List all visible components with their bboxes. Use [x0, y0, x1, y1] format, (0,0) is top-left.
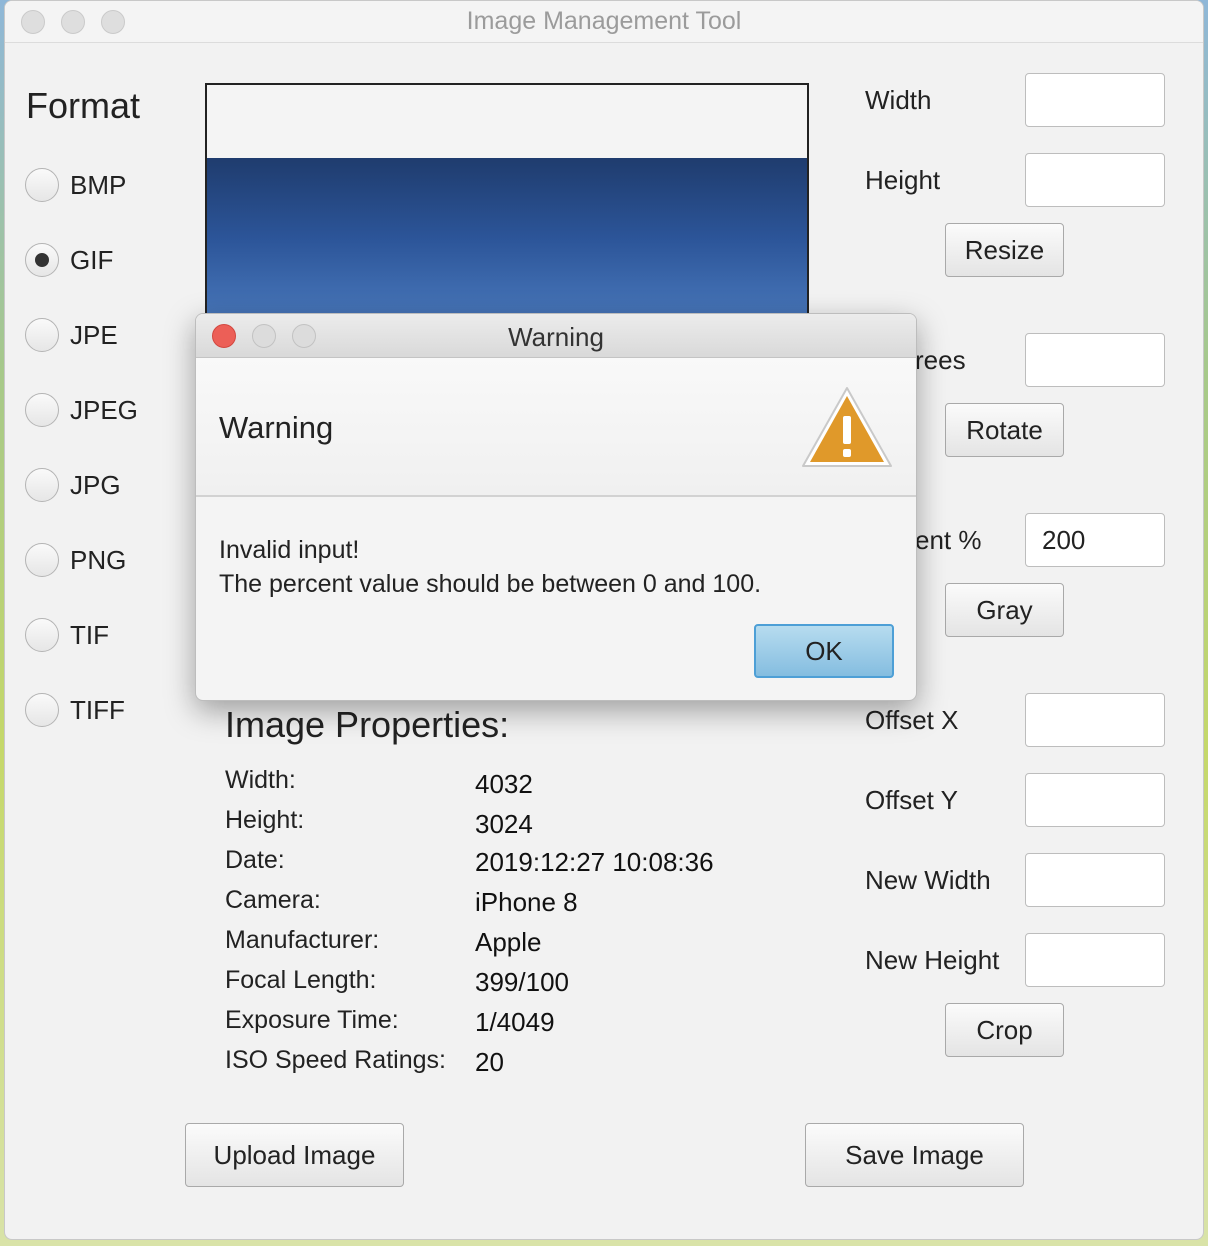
radio-label-png: PNG	[70, 544, 127, 575]
prop-label: Date:	[225, 846, 285, 874]
radio-label-jpg: JPG	[70, 469, 121, 500]
radio-label-bmp: BMP	[70, 169, 127, 200]
radio-label-gif: GIF	[70, 244, 114, 275]
radio-label-tiff: TIFF	[70, 694, 125, 725]
new-width-input[interactable]	[1025, 853, 1165, 907]
radio-tiff[interactable]: TIFF	[25, 693, 125, 727]
radio-circle[interactable]	[25, 618, 59, 652]
window-title: Image Management Tool	[466, 7, 742, 35]
offset-x-input[interactable]	[1025, 693, 1165, 747]
degrees-input[interactable]	[1025, 333, 1165, 387]
dialog-message-line-1: Invalid input!	[219, 536, 360, 564]
new-height-input[interactable]	[1025, 933, 1165, 987]
radio-circle-selected[interactable]	[25, 243, 59, 277]
percent-label: ent %	[915, 525, 982, 555]
radio-png[interactable]: PNG	[25, 543, 126, 577]
dialog-header-text: Warning	[219, 410, 334, 445]
gray-button[interactable]: Gray	[945, 583, 1064, 637]
rotate-button[interactable]: Rotate	[945, 403, 1064, 457]
prop-value: 20	[475, 1047, 504, 1077]
ok-button[interactable]: OK	[754, 624, 894, 678]
prop-value: 4032	[475, 769, 533, 799]
radio-label-tif: TIF	[70, 619, 109, 650]
dialog-header: Warning	[196, 358, 916, 497]
radio-circle[interactable]	[25, 393, 59, 427]
radio-jpeg[interactable]: JPEG	[25, 393, 138, 427]
percent-input[interactable]: 200	[1025, 513, 1165, 567]
prop-label: ISO Speed Ratings:	[225, 1046, 446, 1074]
height-label: Height	[865, 165, 941, 195]
prop-value: 399/100	[475, 967, 569, 997]
prop-label: Manufacturer:	[225, 926, 380, 954]
title-bar: Image Management Tool	[5, 1, 1203, 43]
radio-gif[interactable]: GIF	[25, 243, 113, 277]
radio-circle[interactable]	[25, 468, 59, 502]
prop-label: Width:	[225, 766, 296, 794]
width-input[interactable]	[1025, 73, 1165, 127]
degrees-label: rees	[915, 345, 966, 375]
upload-image-button[interactable]: Upload Image	[185, 1123, 404, 1187]
preview-image	[207, 158, 807, 321]
new-width-label: New Width	[865, 865, 991, 895]
save-image-button[interactable]: Save Image	[805, 1123, 1024, 1187]
prop-value: 2019:12:27 10:08:36	[475, 847, 714, 877]
format-heading: Format	[26, 85, 141, 126]
offset-y-input[interactable]	[1025, 773, 1165, 827]
height-input[interactable]	[1025, 153, 1165, 207]
offset-x-label: Offset X	[865, 705, 959, 735]
dialog-message-line-2: The percent value should be between 0 an…	[219, 570, 762, 598]
radio-label-jpe: JPE	[70, 319, 118, 350]
radio-tif[interactable]: TIF	[25, 618, 109, 652]
prop-value: iPhone 8	[475, 887, 578, 917]
radio-label-jpeg: JPEG	[70, 394, 138, 425]
radio-bmp[interactable]: BMP	[25, 168, 126, 202]
radio-circle[interactable]	[25, 543, 59, 577]
dialog-title: Warning	[508, 322, 604, 352]
prop-value: 1/4049	[475, 1007, 555, 1037]
radio-jpe[interactable]: JPE	[25, 318, 118, 352]
prop-label: Exposure Time:	[225, 1006, 399, 1034]
prop-value: 3024	[475, 809, 533, 839]
prop-label: Focal Length:	[225, 966, 377, 994]
width-label: Width	[865, 85, 932, 115]
radio-circle[interactable]	[25, 168, 59, 202]
resize-button[interactable]: Resize	[945, 223, 1064, 277]
image-preview	[205, 83, 809, 323]
warning-triangle-icon	[802, 387, 892, 467]
new-height-label: New Height	[865, 945, 1000, 975]
prop-label: Camera:	[225, 886, 321, 914]
radio-jpg[interactable]: JPG	[25, 468, 121, 502]
radio-circle[interactable]	[25, 318, 59, 352]
prop-value: Apple	[475, 927, 542, 957]
offset-y-label: Offset Y	[865, 785, 958, 815]
warning-dialog: Warning Warning Invalid input! The perce…	[195, 313, 917, 701]
radio-circle[interactable]	[25, 693, 59, 727]
prop-label: Height:	[225, 806, 305, 834]
crop-button[interactable]: Crop	[945, 1003, 1064, 1057]
dialog-title-bar: Warning	[196, 314, 916, 358]
image-properties-title: Image Properties:	[225, 704, 510, 745]
